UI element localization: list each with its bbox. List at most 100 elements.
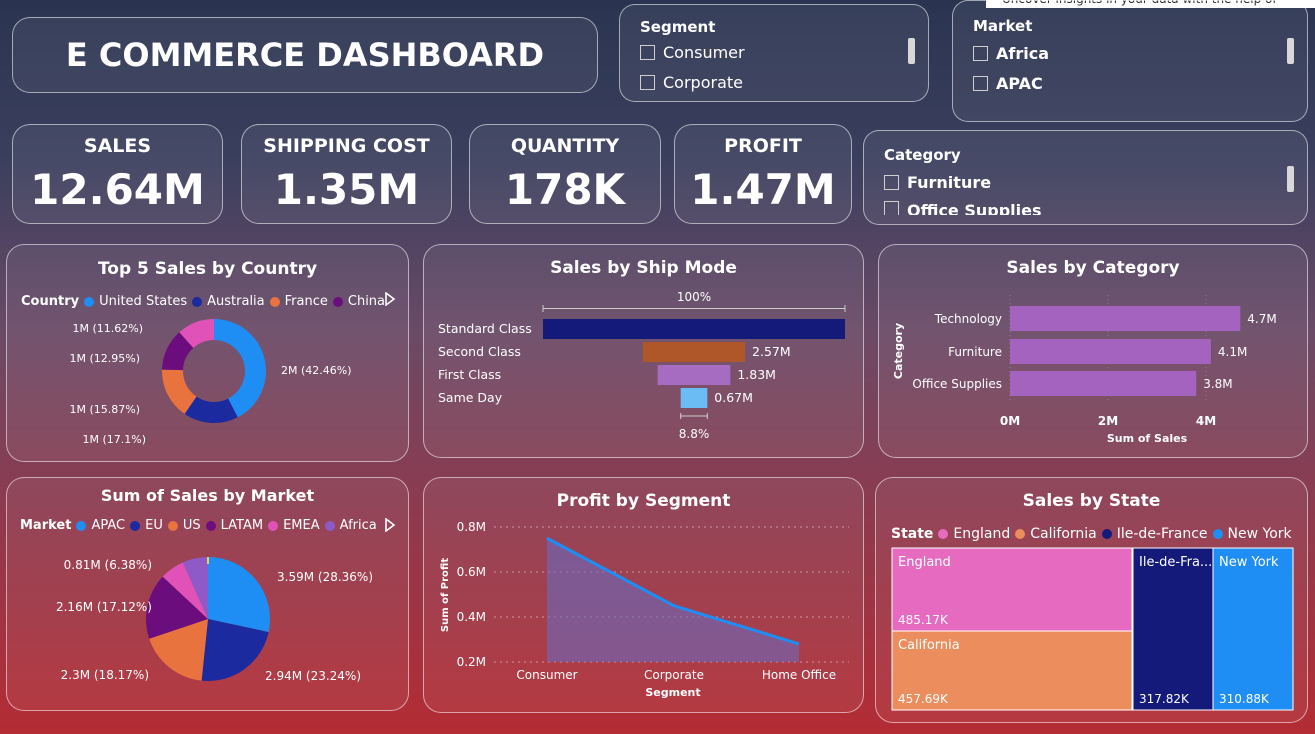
category-option-label: Furniture	[907, 173, 992, 192]
donut-data-label: 1M (15.87%)	[69, 403, 140, 416]
segment-option-consumer[interactable]: Consumer	[640, 43, 745, 62]
kpi-value: 1.47M	[690, 165, 836, 214]
legend-label: France	[284, 294, 328, 309]
x-tick-label: Consumer	[516, 668, 577, 682]
segment-option-label: Corporate	[663, 73, 743, 92]
legend-title: Country	[21, 294, 80, 309]
scrollbar[interactable]	[908, 38, 915, 64]
kpi-value: 178K	[504, 165, 626, 214]
y-tick-label: 0.8M	[457, 520, 486, 534]
legend-title: Market	[20, 518, 72, 533]
market-option-label: APAC	[996, 74, 1043, 93]
checkbox-icon[interactable]	[640, 75, 655, 90]
category-option-label: Office Supplies	[907, 201, 1042, 215]
treemap-tile-name: New York	[1219, 555, 1279, 570]
category-label: Technology	[934, 312, 1002, 326]
scrollbar[interactable]	[1287, 166, 1294, 192]
kpi-value: 12.64M	[30, 165, 205, 214]
chart-title: Sum of Sales by Market	[100, 486, 315, 505]
checkbox-icon[interactable]	[640, 45, 655, 60]
legend-label: LATAM	[220, 518, 264, 533]
legend-dot	[332, 296, 343, 307]
funnel-category-label: Standard Class	[438, 321, 532, 336]
page-title: E COMMERCE DASHBOARD	[65, 36, 545, 74]
shipmode-card: Sales by Ship Mode 100% Standard Class Sec…	[423, 244, 864, 458]
treemap-chart: England 485.17K California 457.69K Ile-de-Fr…	[891, 547, 1294, 711]
funnel-chart: 100% Standard Class Second Class 2.57M First…	[438, 290, 846, 441]
funnel-value-label: 0.67M	[714, 390, 753, 405]
market-slicer-title: Market	[973, 17, 1033, 35]
legend-label: China	[347, 294, 386, 309]
segment-option-corporate[interactable]: Corporate	[640, 73, 743, 92]
checkbox-icon[interactable]	[884, 201, 899, 215]
kpi-quantity: QUANTITY 178K	[469, 124, 661, 224]
category-bar-chart: Technology 4.7M Furniture 4.1M Office Suppli…	[892, 295, 1277, 445]
funnel-bar	[543, 319, 845, 339]
checkbox-icon[interactable]	[884, 175, 899, 190]
funnel-bar	[642, 342, 746, 362]
segment-card: Profit by Segment 0.8M 0.6M 0.4M 0.2M Consum…	[423, 477, 864, 713]
funnel-category-label: Same Day	[438, 390, 503, 405]
legend-next-arrow[interactable]	[384, 292, 396, 306]
legend-dot	[130, 520, 141, 531]
treemap-tile-name: England	[898, 555, 951, 570]
y-tick-label: 0.2M	[457, 655, 486, 669]
scrollbar[interactable]	[1287, 38, 1294, 64]
legend-label: EU	[145, 518, 163, 533]
segment-slicer-title: Segment	[640, 18, 716, 36]
treemap-tile	[1132, 547, 1214, 711]
market-option-label: Africa	[996, 44, 1049, 63]
legend-next-arrow[interactable]	[384, 518, 396, 532]
title-card: E COMMERCE DASHBOARD	[12, 17, 598, 93]
funnel-bottom-percent: 8.8%	[679, 427, 710, 441]
category-bar	[1010, 371, 1197, 396]
donut-chart: 2M (42.46%) 1M (17.1%) 1M (15.87%) 1M (12.9…	[69, 319, 352, 446]
pie-slice	[208, 557, 270, 633]
funnel-bar	[657, 365, 731, 385]
pie-data-label: 2.3M (18.17%)	[61, 668, 149, 682]
category-bar	[1010, 339, 1211, 364]
funnel-top-percent: 100%	[677, 290, 711, 304]
funnel-bracket	[680, 413, 708, 419]
bar-value-label: 3.8M	[1203, 377, 1232, 391]
donut-data-label: 1M (11.62%)	[72, 322, 143, 335]
x-tick-label: Corporate	[644, 668, 704, 682]
market-card: Sum of Sales by Market Market APAC EU US…	[6, 477, 409, 711]
kpi-value: 1.35M	[273, 165, 420, 214]
market-option-apac[interactable]: APAC	[973, 74, 1043, 93]
kpi-label: SALES	[83, 135, 152, 157]
y-tick-label: 0.4M	[457, 610, 486, 624]
category-label: Office Supplies	[912, 377, 1002, 391]
market-slicer[interactable]: Market Africa APAC	[952, 0, 1308, 122]
market-option-africa[interactable]: Africa	[973, 44, 1049, 63]
legend-label: United States	[99, 294, 188, 309]
chart-title: Top 5 Sales by Country	[97, 259, 318, 279]
legend-dot	[84, 296, 95, 307]
kpi-shipping-cost: SHIPPING COST 1.35M	[241, 124, 452, 224]
segment-slicer[interactable]: Segment Consumer Corporate	[619, 4, 929, 102]
category-option-furniture[interactable]: Furniture	[884, 173, 991, 192]
x-tick-label: 4M	[1196, 414, 1216, 428]
checkbox-icon[interactable]	[973, 46, 988, 61]
category-slicer[interactable]: Category Furniture Office Supplies	[863, 130, 1308, 225]
funnel-bracket	[542, 305, 846, 312]
salescategory-card: Sales by Category Technology 4.7M Furnitur…	[878, 244, 1308, 458]
pie-data-label: 2.16M (17.12%)	[56, 600, 152, 614]
market-legend: Market APAC EU US LATAM EMEA Africa	[20, 518, 377, 533]
treemap-tile	[1212, 547, 1294, 711]
category-option-office-supplies[interactable]: Office Supplies	[884, 201, 1042, 215]
legend-dot	[269, 296, 280, 307]
legend-label: Australia	[207, 294, 265, 309]
x-tick-label: 2M	[1098, 414, 1118, 428]
kpi-label: QUANTITY	[510, 135, 620, 157]
checkbox-icon[interactable]	[973, 76, 988, 91]
treemap-tile-value: 485.17K	[898, 613, 949, 627]
legend-dot	[167, 520, 178, 531]
y-axis-title: Category	[892, 323, 905, 379]
treemap-tile-name: California	[898, 638, 960, 653]
funnel-value-label: 2.57M	[752, 344, 791, 359]
funnel-category-label: Second Class	[438, 344, 521, 359]
x-axis-title: Segment	[645, 686, 700, 699]
donut-data-label: 2M (42.46%)	[281, 364, 352, 377]
funnel-category-label: First Class	[438, 367, 501, 382]
